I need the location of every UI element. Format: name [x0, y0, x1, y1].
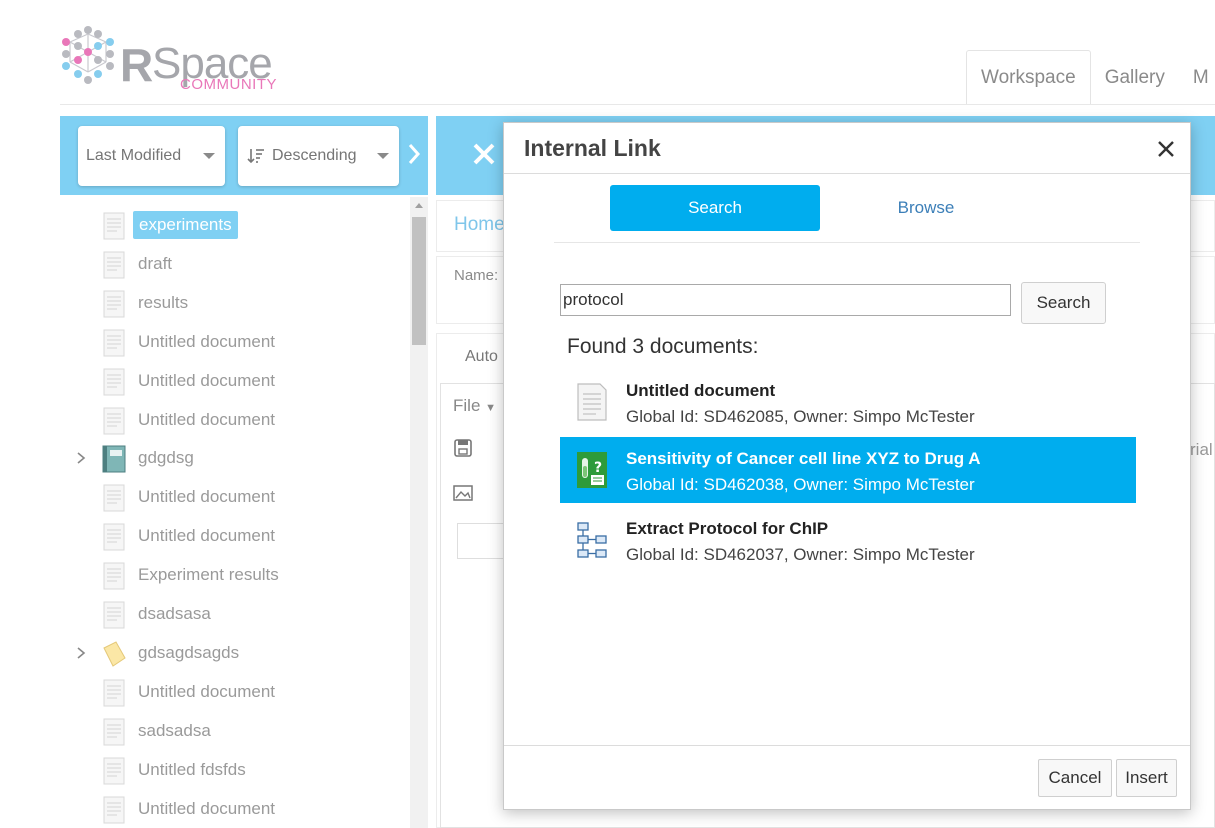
result-item-selected[interactable]: ? Sensitivity of Cancer cell line XYZ to…	[560, 437, 1136, 503]
document-icon	[577, 383, 607, 421]
internal-link-dialog: Internal Link Search Browse Search Found…	[503, 122, 1191, 810]
tab-browse[interactable]: Browse	[834, 185, 1018, 231]
tab-search[interactable]: Search	[610, 185, 820, 231]
result-meta: Global Id: SD462038, Owner: Simpo McTest…	[626, 475, 975, 494]
result-title: Sensitivity of Cancer cell line XYZ to D…	[626, 449, 981, 468]
results-count: Found 3 documents:	[567, 335, 759, 358]
dialog-footer-divider	[504, 745, 1190, 746]
experiment-template-icon: ?	[577, 452, 607, 488]
insert-button[interactable]: Insert	[1116, 759, 1177, 797]
close-icon[interactable]	[1156, 139, 1176, 159]
result-meta: Global Id: SD462085, Owner: Simpo McTest…	[626, 407, 975, 426]
result-item[interactable]: Extract Protocol for ChIP Global Id: SD4…	[560, 507, 1136, 573]
modal-overlay: Internal Link Search Browse Search Found…	[0, 0, 1215, 828]
tab-divider	[554, 242, 1140, 243]
result-meta: Global Id: SD462037, Owner: Simpo McTest…	[626, 545, 975, 564]
dialog-title: Internal Link	[524, 135, 661, 161]
dialog-header-divider	[504, 173, 1190, 174]
cancel-button[interactable]: Cancel	[1038, 759, 1112, 797]
result-item[interactable]: Untitled document Global Id: SD462085, O…	[560, 369, 1136, 435]
result-title: Untitled document	[626, 381, 776, 400]
search-button[interactable]: Search	[1021, 282, 1106, 324]
result-title: Extract Protocol for ChIP	[626, 519, 829, 538]
search-input[interactable]	[560, 284, 1011, 316]
svg-text:?: ?	[594, 460, 602, 476]
protocol-flowchart-icon	[577, 522, 607, 558]
